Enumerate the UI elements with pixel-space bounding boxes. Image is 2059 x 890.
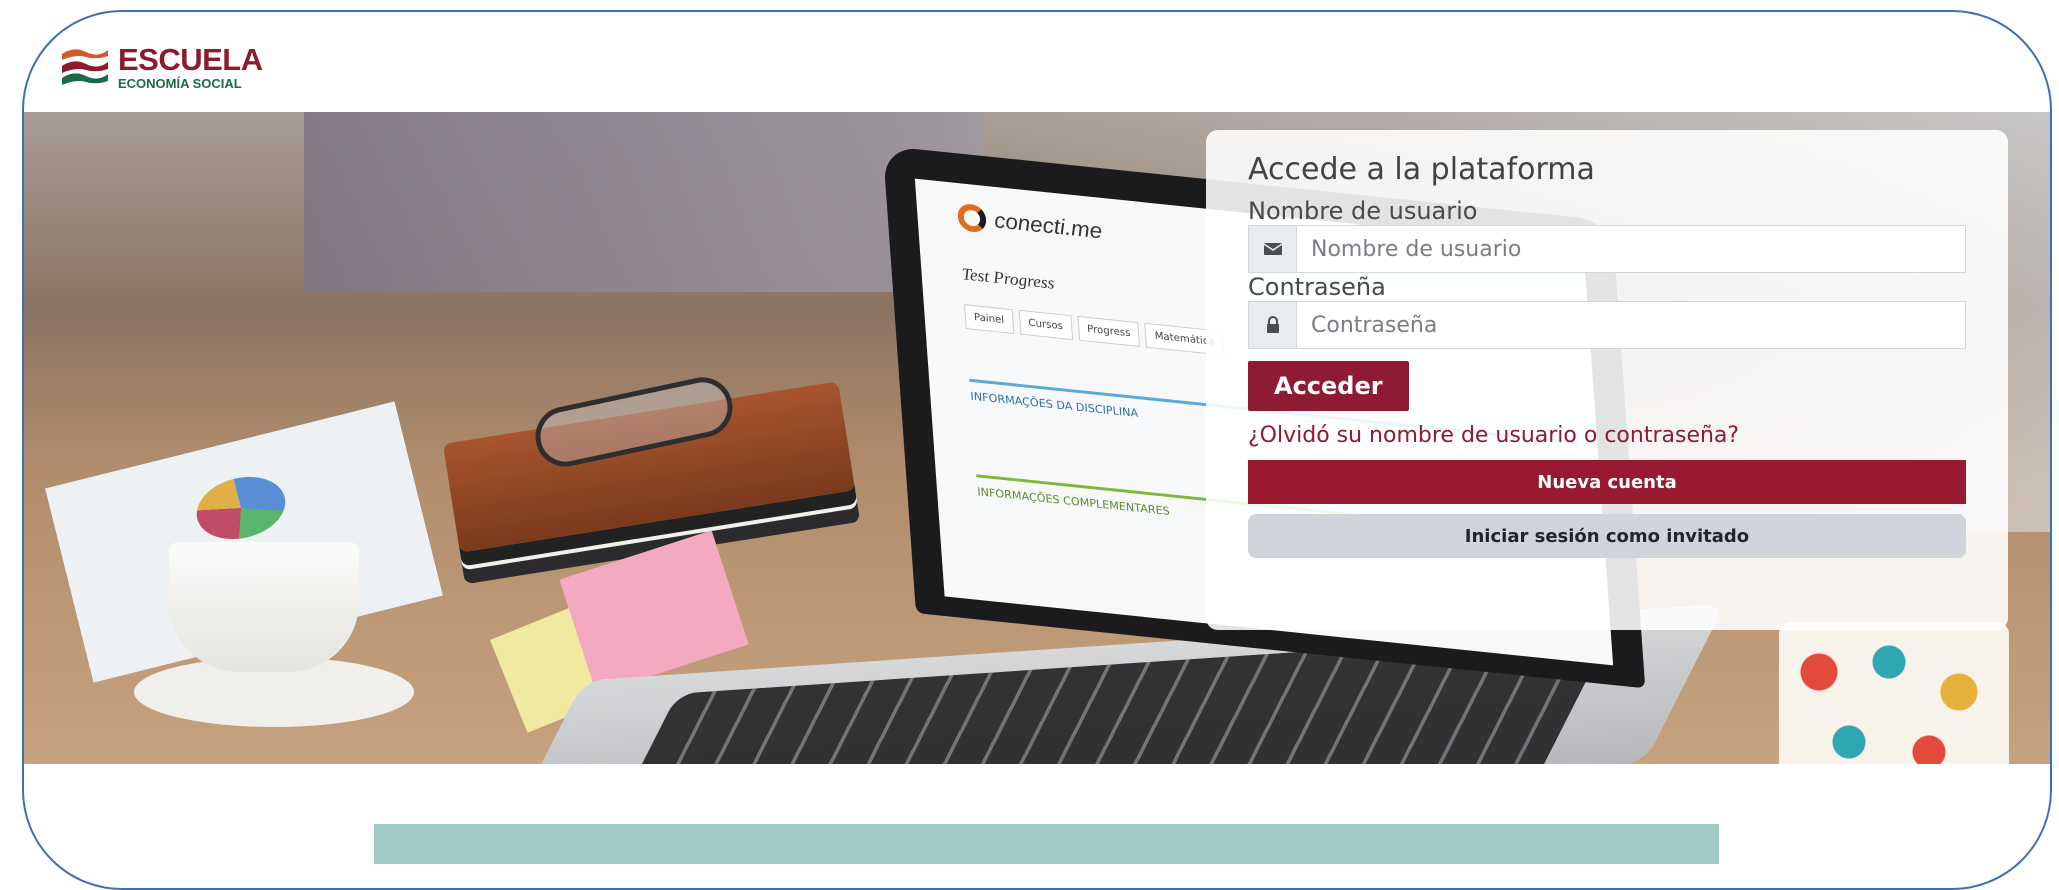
screen-tab: Cursos [1018,309,1073,341]
footer-teal-bar [374,824,1719,864]
login-panel: Accede a la plataforma Nombre de usuario… [1206,130,2008,630]
password-input[interactable] [1297,302,1965,348]
guest-login-button[interactable]: Iniciar sesión como invitado [1248,514,1966,558]
login-heading: Accede a la plataforma [1248,152,1595,187]
username-label: Nombre de usuario [1248,197,1478,225]
site-logo[interactable]: ESCUELA ECONOMÍA SOCIAL [60,42,263,92]
page-frame: ESCUELA ECONOMÍA SOCIAL conecti.me Test … [22,10,2052,890]
logo-subtitle: ECONOMÍA SOCIAL [118,76,242,91]
username-input-group [1248,225,1966,273]
logo-wordmark: ESCUELA ECONOMÍA SOCIAL [118,44,263,90]
screen-tab: Painel [964,304,1015,335]
logo-mark-icon [62,49,108,85]
envelope-icon [1249,226,1297,272]
screen-brand-text: conecti.me [993,207,1103,244]
hero-polka-dot-mug [1779,622,2009,764]
hero-sticky-note-pink [559,530,749,694]
hero-wall [304,112,984,292]
username-input[interactable] [1297,226,1965,272]
password-input-group [1248,301,1966,349]
login-submit-button[interactable]: Acceder [1248,361,1409,411]
logo-title: ESCUELA [118,42,263,77]
password-label: Contraseña [1248,273,1386,301]
new-account-button[interactable]: Nueva cuenta [1248,460,1966,504]
forgot-password-link[interactable]: ¿Olvidó su nombre de usuario o contraseñ… [1248,423,1966,448]
screen-tab: Progress [1077,315,1141,348]
screen-brand-logo-icon [956,202,988,234]
lock-icon [1249,302,1297,348]
hero-coffee-cup-icon [169,542,359,672]
